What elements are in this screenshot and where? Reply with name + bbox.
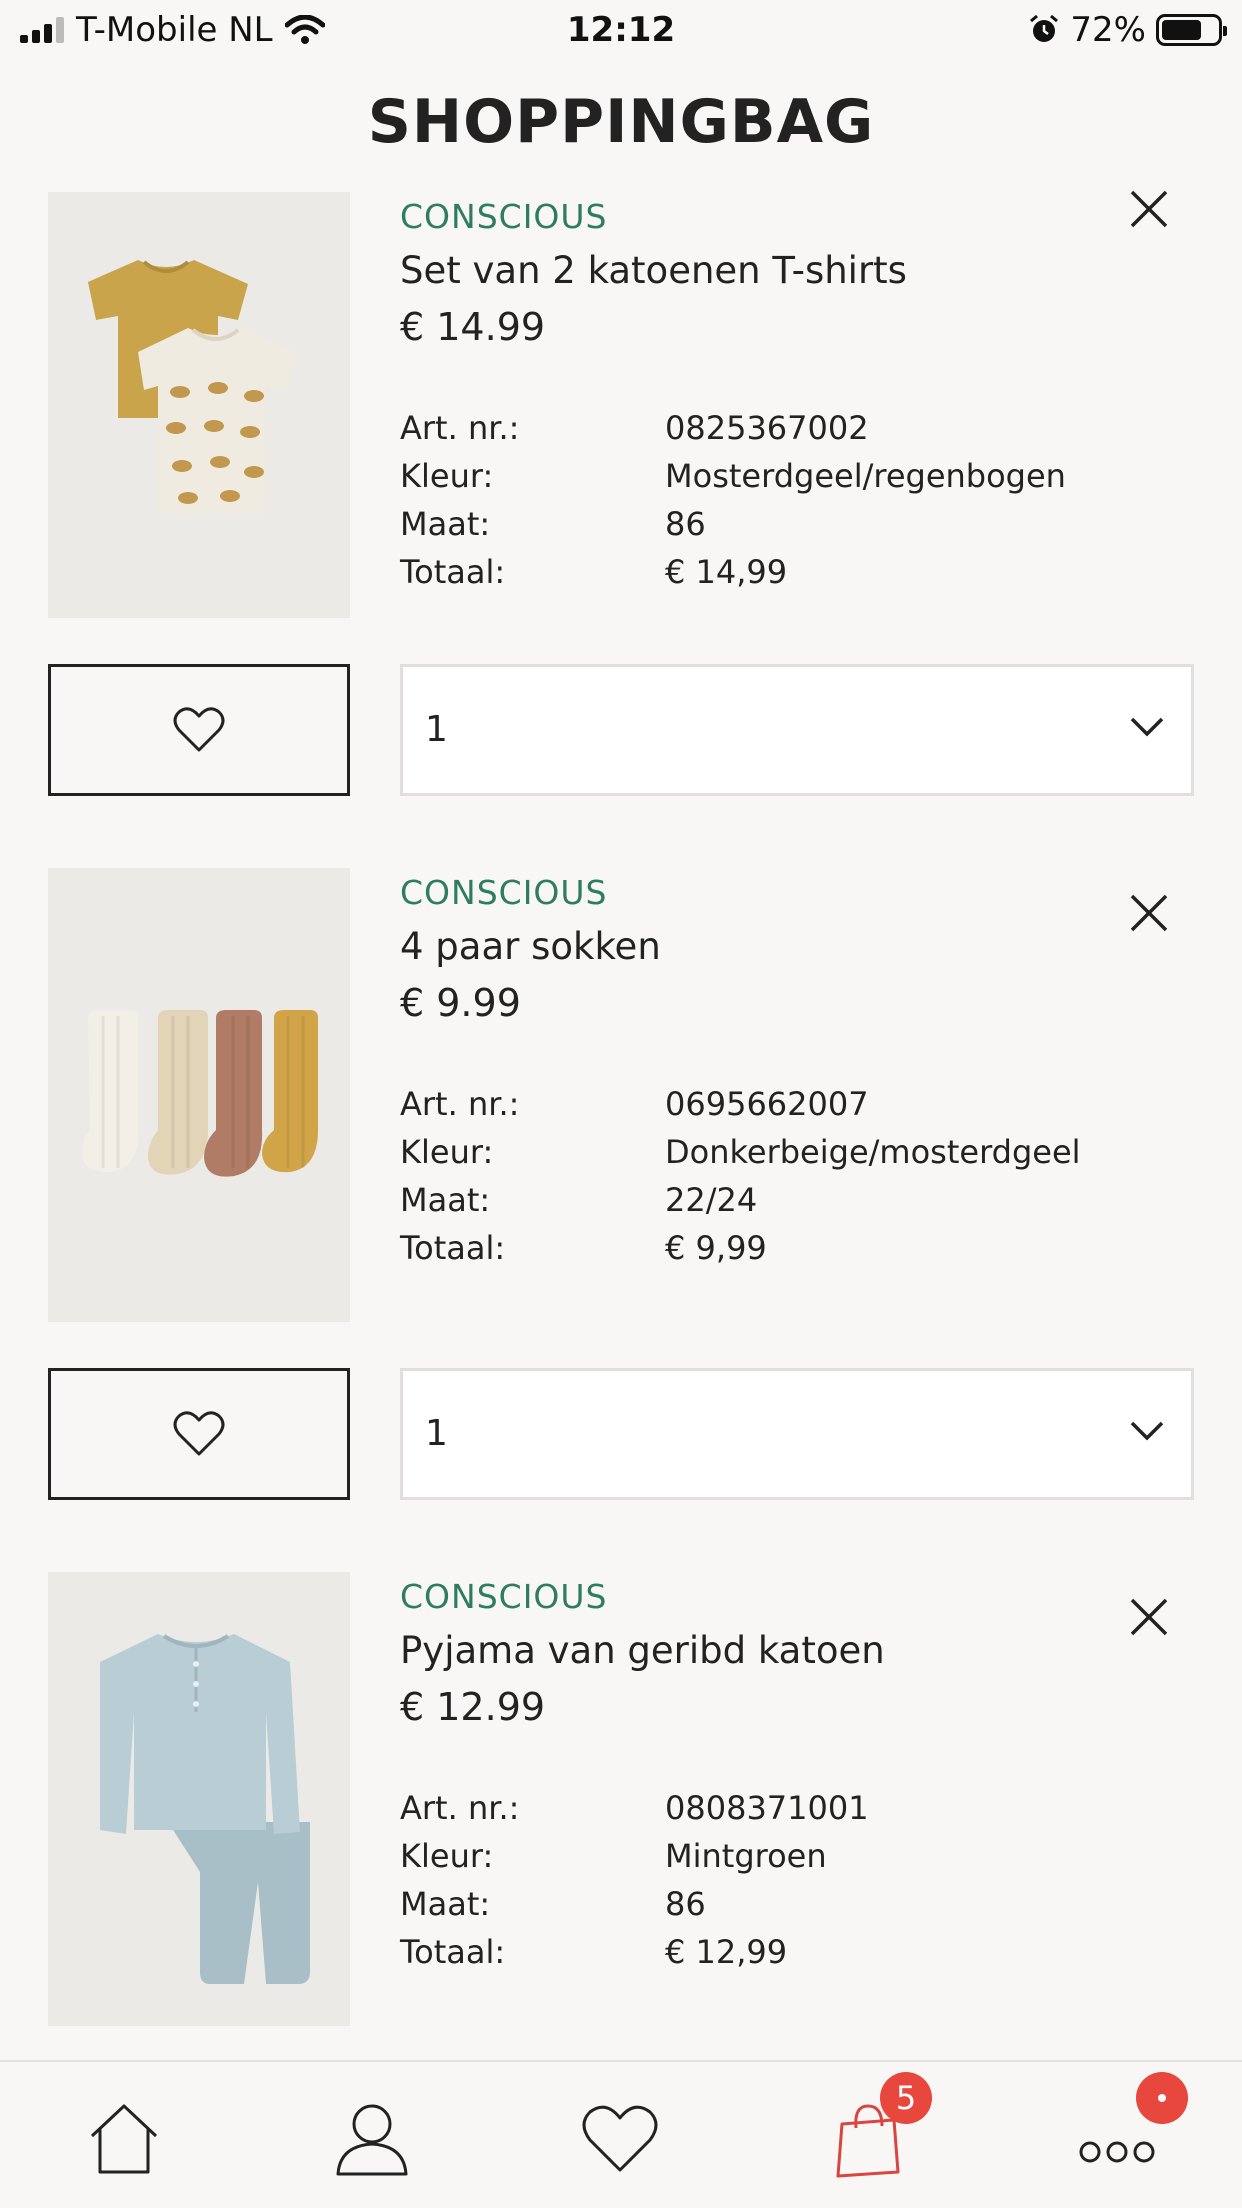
product-name[interactable]: Pyjama van geribd katoen — [400, 1622, 1200, 1680]
home-icon[interactable] — [84, 2098, 164, 2178]
size-value: 86 — [665, 505, 706, 543]
page-header: SHOPPINGBAG — [0, 62, 1242, 192]
size-label: Maat: — [400, 1885, 491, 1923]
quantity-value: 1 — [425, 1413, 448, 1454]
total-label: Totaal: — [400, 553, 506, 591]
close-icon[interactable] — [1126, 1594, 1172, 1640]
chevron-down-icon — [1130, 717, 1164, 737]
heart-icon — [173, 1411, 225, 1456]
art-nr-value: 0825367002 — [665, 409, 869, 447]
color-label: Kleur: — [400, 457, 494, 495]
color-value: Mosterdgeel/regenbogen — [665, 457, 1066, 495]
chevron-down-icon — [1130, 1421, 1164, 1441]
color-value: Donkerbeige/mosterdgeel — [665, 1133, 1081, 1171]
total-label: Totaal: — [400, 1933, 506, 1971]
product-price: € 14.99 — [400, 305, 546, 349]
quantity-select[interactable]: 1 — [400, 664, 1194, 796]
color-value: Mintgroen — [665, 1837, 827, 1875]
size-label: Maat: — [400, 505, 491, 543]
heart-icon — [173, 707, 225, 752]
close-icon[interactable] — [1126, 186, 1172, 232]
battery-icon — [1156, 14, 1227, 46]
add-to-favorites-button[interactable] — [48, 664, 350, 796]
product-tag: CONSCIOUS — [400, 873, 608, 912]
art-nr-label: Art. nr.: — [400, 1085, 520, 1123]
product-price: € 9.99 — [400, 981, 521, 1025]
status-bar: T-Mobile NL 12:12 72% — [0, 0, 1242, 62]
total-value: € 14,99 — [665, 553, 788, 591]
account-icon[interactable] — [332, 2098, 412, 2178]
notification-dot-badge — [1136, 2072, 1188, 2124]
art-nr-label: Art. nr.: — [400, 1789, 520, 1827]
battery-percent: 72% — [1070, 10, 1146, 50]
size-value: 86 — [665, 1885, 706, 1923]
favorites-icon[interactable] — [580, 2098, 660, 2178]
color-label: Kleur: — [400, 1837, 494, 1875]
product-image-pyjama[interactable] — [48, 1572, 350, 2026]
product-name[interactable]: 4 paar sokken — [400, 918, 1200, 976]
product-tag: CONSCIOUS — [400, 1577, 608, 1616]
product-details: Art. nr.: 0808371001 Kleur: Mintgroen Maat… — [400, 1784, 1200, 1976]
product-price: € 12.99 — [400, 1685, 546, 1729]
art-nr-value: 0695662007 — [665, 1085, 869, 1123]
bag-count-badge: 5 — [880, 2072, 932, 2124]
quantity-value: 1 — [425, 709, 448, 750]
alarm-icon — [1030, 14, 1059, 42]
size-label: Maat: — [400, 1181, 491, 1219]
color-label: Kleur: — [400, 1133, 494, 1171]
art-nr-label: Art. nr.: — [400, 409, 520, 447]
product-name[interactable]: Set van 2 katoenen T-shirts — [400, 242, 1200, 300]
product-image-socks[interactable] — [48, 868, 350, 1322]
page-title: SHOPPINGBAG — [367, 87, 875, 157]
product-image-tshirts[interactable] — [48, 192, 350, 618]
total-value: € 9,99 — [665, 1229, 767, 1267]
size-value: 22/24 — [665, 1181, 758, 1219]
total-value: € 12,99 — [665, 1933, 788, 1971]
product-tag: CONSCIOUS — [400, 197, 608, 236]
total-label: Totaal: — [400, 1229, 506, 1267]
product-details: Art. nr.: 0695662007 Kleur: Donkerbeige/mo… — [400, 1080, 1200, 1272]
art-nr-value: 0808371001 — [665, 1789, 869, 1827]
product-details: Art. nr.: 0825367002 Kleur: Mosterdgeel/re… — [400, 404, 1200, 596]
add-to-favorites-button[interactable] — [48, 1368, 350, 1500]
bottom-navigation: 5 — [0, 2060, 1242, 2208]
close-icon[interactable] — [1126, 890, 1172, 936]
quantity-select[interactable]: 1 — [400, 1368, 1194, 1500]
